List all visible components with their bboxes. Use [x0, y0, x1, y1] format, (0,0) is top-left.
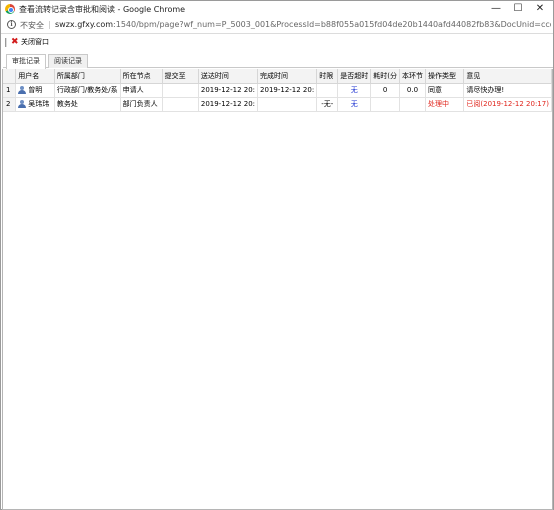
cell-dept: 行政部门/教务处/系	[54, 83, 121, 98]
cell-op-type: 同意	[425, 83, 465, 98]
cell-this-step: 0.0	[399, 83, 426, 98]
cell-arrive-time: 2019-12-12 20:	[198, 97, 259, 112]
column-header-spent[interactable]: 耗时(分	[370, 69, 400, 84]
cell-user: 曾明	[15, 83, 55, 98]
chrome-logo-icon	[5, 4, 15, 14]
browser-window: 查看流转记录含审批和阅读 - Google Chrome — ☐ ✕ i 不安全…	[0, 0, 554, 510]
maximize-button[interactable]: ☐	[507, 1, 529, 17]
column-header-node[interactable]: 所在节点	[120, 69, 163, 84]
cell-limit: -无-	[316, 97, 339, 112]
cell-user: 吴玮玮	[15, 97, 55, 112]
row-number: 2	[3, 97, 17, 112]
column-header-finish-time[interactable]: 完成时间	[257, 69, 318, 84]
column-header-rownum	[3, 69, 17, 84]
column-header-user[interactable]: 用户名	[15, 69, 55, 84]
url-path: :1540/bpm/page?wf_num=P_5003_001&Process…	[113, 20, 551, 29]
cell-node: 申请人	[120, 83, 163, 98]
url-text[interactable]: swzx.gfxy.com:1540/bpm/page?wf_num=P_500…	[55, 20, 551, 29]
table-row[interactable]: 1 曾明 行政部门/教务处/系 申请人 2019-12-12 20: 2019-…	[3, 83, 552, 98]
info-icon[interactable]: i	[7, 20, 16, 29]
tab-approval-records[interactable]: 审批记录	[6, 54, 46, 69]
cell-submit-to	[162, 83, 199, 98]
cell-this-step	[399, 97, 426, 112]
column-header-overtime[interactable]: 是否超时	[337, 69, 372, 84]
close-window-button[interactable]: ✕	[529, 1, 551, 17]
title-bar: 查看流转记录含审批和阅读 - Google Chrome — ☐ ✕	[1, 1, 553, 17]
cell-spent	[370, 97, 400, 112]
user-name: 吴玮玮	[28, 100, 50, 108]
minimize-button[interactable]: —	[485, 1, 507, 17]
cell-arrive-time: 2019-12-12 20:	[198, 83, 259, 98]
address-separator: |	[48, 20, 51, 29]
cell-opinion: 已阅(2019-12-12 20:17)	[463, 97, 552, 112]
table-row[interactable]: 2 吴玮玮 教务处 部门负责人 2019-12-12 20: -无- 无 处理中…	[3, 97, 552, 112]
column-header-limit[interactable]: 时限	[316, 69, 339, 84]
close-page-button[interactable]: ✖ 关闭窗口	[11, 37, 49, 48]
toolbar-grip	[5, 38, 7, 47]
cell-spent: 0	[370, 83, 400, 98]
column-header-opinion[interactable]: 意见	[463, 69, 552, 84]
address-bar[interactable]: i 不安全 | swzx.gfxy.com:1540/bpm/page?wf_n…	[1, 17, 553, 34]
tab-read-records[interactable]: 阅读记录	[48, 54, 88, 68]
records-grid: 用户名 所属部门 所在节点 提交至 送达时间 完成时间 时限 是否超时 耗时(分…	[2, 69, 553, 510]
cell-finish-time: 2019-12-12 20:	[257, 83, 318, 98]
row-number: 1	[3, 83, 17, 98]
close-x-icon: ✖	[11, 37, 19, 47]
records-table: 用户名 所属部门 所在节点 提交至 送达时间 完成时间 时限 是否超时 耗时(分…	[3, 69, 552, 112]
column-header-dept[interactable]: 所属部门	[54, 69, 121, 84]
cell-opinion: 请尽快办理!	[463, 83, 552, 98]
user-icon	[18, 86, 27, 94]
table-header-row: 用户名 所属部门 所在节点 提交至 送达时间 完成时间 时限 是否超时 耗时(分…	[3, 69, 552, 84]
cell-op-type: 处理中	[425, 97, 465, 112]
cell-node: 部门负责人	[120, 97, 163, 112]
column-header-this-step[interactable]: 本环节	[399, 69, 426, 84]
cell-limit	[316, 83, 339, 98]
column-header-submit-to[interactable]: 提交至	[162, 69, 199, 84]
column-header-arrive-time[interactable]: 送达时间	[198, 69, 259, 84]
page-toolbar: ✖ 关闭窗口	[1, 35, 553, 50]
window-title: 查看流转记录含审批和阅读 - Google Chrome	[19, 5, 186, 14]
security-status[interactable]: 不安全	[20, 20, 44, 31]
cell-finish-time	[257, 97, 318, 112]
cell-dept: 教务处	[54, 97, 121, 112]
url-host: swzx.gfxy.com	[55, 20, 114, 29]
user-name: 曾明	[28, 86, 43, 94]
cell-overtime: 无	[337, 97, 372, 112]
close-page-label: 关闭窗口	[21, 38, 49, 46]
record-tabs: 审批记录 阅读记录	[3, 53, 553, 69]
cell-overtime: 无	[337, 83, 372, 98]
cell-submit-to	[162, 97, 199, 112]
column-header-op-type[interactable]: 操作类型	[425, 69, 465, 84]
user-icon	[18, 100, 27, 108]
